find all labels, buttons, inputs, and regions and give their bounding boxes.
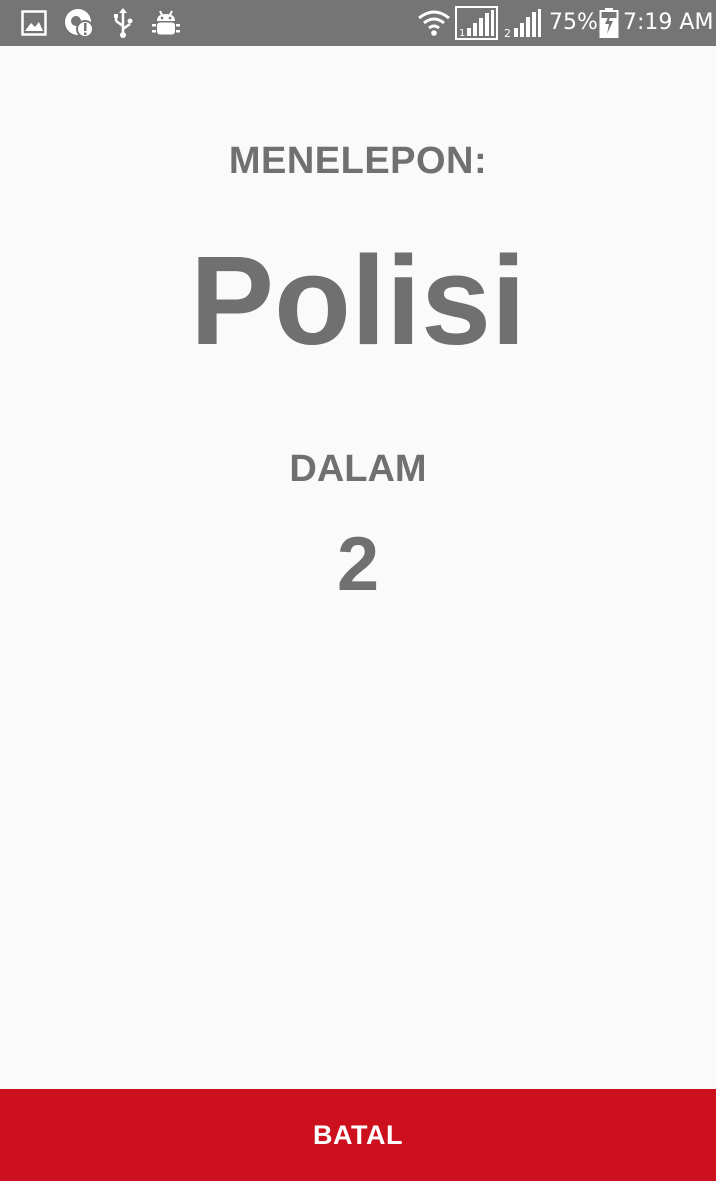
- usb-icon: [110, 0, 136, 46]
- clock: 7:19 AM: [623, 10, 714, 35]
- within-label: DALAM: [289, 448, 427, 490]
- call-target-name: Polisi: [189, 230, 527, 371]
- sim2-signal-icon: 2: [503, 0, 543, 46]
- countdown-seconds: 2: [336, 522, 380, 607]
- calling-label: MENELEPON:: [228, 140, 488, 182]
- emergency-call-countdown: MENELEPON: Polisi DALAM 2: [0, 46, 716, 1089]
- battery-percent: 75%: [549, 10, 598, 35]
- sim2-label: 2: [504, 27, 511, 39]
- android-debug-icon: [150, 0, 182, 46]
- wifi-icon: [416, 0, 452, 46]
- image-notification-icon: [20, 0, 48, 46]
- battery-charging-icon: [598, 0, 620, 46]
- sync-alert-icon: [62, 0, 96, 46]
- sim1-signal-icon: 1: [455, 0, 498, 46]
- sim1-label: 1: [459, 28, 465, 39]
- cancel-button[interactable]: BATAL: [0, 1089, 716, 1181]
- status-bar: 1 2 75% 7:19 AM: [0, 0, 716, 46]
